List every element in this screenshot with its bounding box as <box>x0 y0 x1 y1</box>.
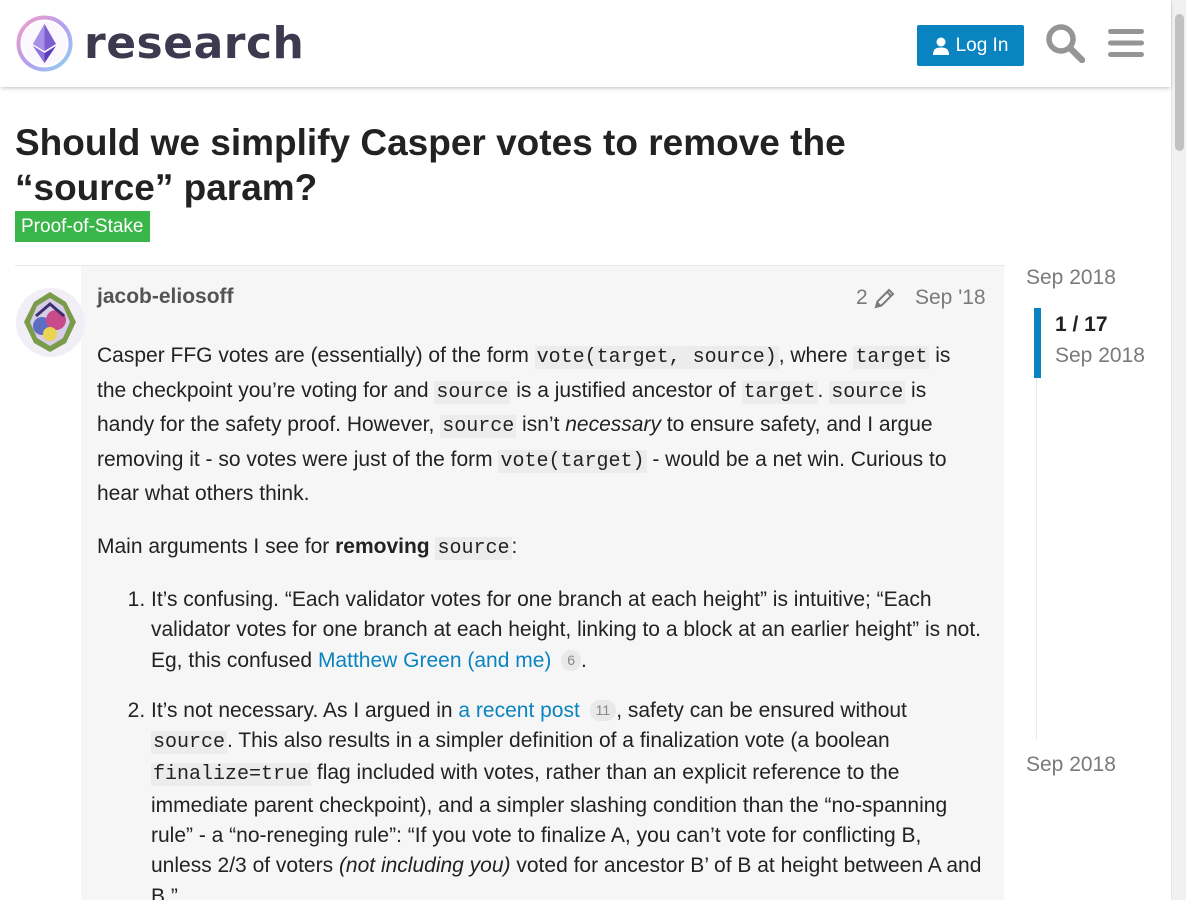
site-logo[interactable]: research <box>16 15 304 72</box>
text: : <box>511 534 518 558</box>
text: . <box>817 378 830 402</box>
scrollbar-thumb[interactable] <box>1175 14 1184 151</box>
text: isn’t <box>516 413 566 436</box>
inline-code: source <box>435 536 512 560</box>
inline-code: source <box>440 415 517 438</box>
text: . <box>581 648 587 672</box>
inline-code: target <box>741 380 818 404</box>
post-author-username[interactable]: jacob-eliosoff <box>97 285 234 309</box>
text: Casper FFG votes are (essentially) of th… <box>97 344 535 367</box>
avatar[interactable] <box>16 288 85 357</box>
text: , safety can be ensured without <box>616 698 907 722</box>
search-icon <box>1046 24 1085 63</box>
emphasis-text: (not including you) <box>338 854 511 878</box>
text: , where <box>778 344 854 367</box>
user-avatar-icon <box>16 288 85 357</box>
text: It’s not necessary. As I argued in <box>151 698 459 722</box>
post-paragraph-1: Casper FFG votes are (essentially) of th… <box>97 340 982 511</box>
text: . This also results in a simpler definit… <box>227 729 890 753</box>
inline-code: source <box>829 380 906 404</box>
user-icon <box>932 37 949 55</box>
post-content: Casper FFG votes are (essentially) of th… <box>97 340 982 900</box>
inline-code: source <box>151 731 228 755</box>
link-click-count: 11 <box>589 699 617 721</box>
timeline-end-date[interactable]: Sep 2018 <box>1026 753 1116 777</box>
site-header: research Log In <box>0 0 1171 87</box>
emphasis-text: necessary <box>565 413 661 436</box>
list-item: It’s not necessary. As I argued in a rec… <box>151 696 982 900</box>
page-scrollbar[interactable] <box>1171 0 1186 900</box>
text: is a justified ancestor of <box>510 378 742 402</box>
hamburger-menu-icon <box>1108 29 1144 57</box>
post-paragraph-2: Main arguments I see for removing source… <box>97 531 982 566</box>
timeline-scroll-handle[interactable] <box>1034 308 1041 378</box>
link-click-count: 6 <box>561 649 582 671</box>
log-in-label: Log In <box>955 34 1009 56</box>
pencil-icon <box>874 288 895 309</box>
inline-code: source <box>434 380 511 404</box>
log-in-button[interactable]: Log In <box>917 25 1024 66</box>
inline-code: vote(target, source) <box>534 346 779 369</box>
matthew-green-link[interactable]: Matthew Green (and me) <box>318 649 551 672</box>
inline-code: finalize=true <box>151 763 312 787</box>
topic-title[interactable]: Should we simplify Casper votes to remov… <box>15 120 935 210</box>
post-date[interactable]: Sep '18 <box>915 286 986 310</box>
timeline-start-date[interactable]: Sep 2018 <box>1026 266 1116 290</box>
timeline-position: 1 / 17 <box>1055 313 1108 336</box>
edit-history-button[interactable]: 2 <box>856 286 896 310</box>
text: Main arguments I see for <box>97 534 336 558</box>
inline-code: vote(target) <box>498 449 647 473</box>
strong-text: removing <box>335 534 430 558</box>
timeline-position-date: Sep 2018 <box>1055 344 1145 367</box>
hamburger-menu-button[interactable] <box>1105 22 1147 64</box>
inline-code: target <box>853 346 930 369</box>
site-logo-text: research <box>84 18 305 69</box>
edit-count: 2 <box>856 286 868 309</box>
search-button[interactable] <box>1044 22 1086 64</box>
ethereum-research-logo-icon <box>16 15 73 72</box>
category-badge[interactable]: Proof-of-Stake <box>15 211 150 242</box>
recent-post-link[interactable]: a recent post <box>458 699 579 722</box>
list-item: It’s confusing. “Each validator votes fo… <box>151 585 982 676</box>
arguments-list: It’s confusing. “Each validator votes fo… <box>127 585 982 900</box>
